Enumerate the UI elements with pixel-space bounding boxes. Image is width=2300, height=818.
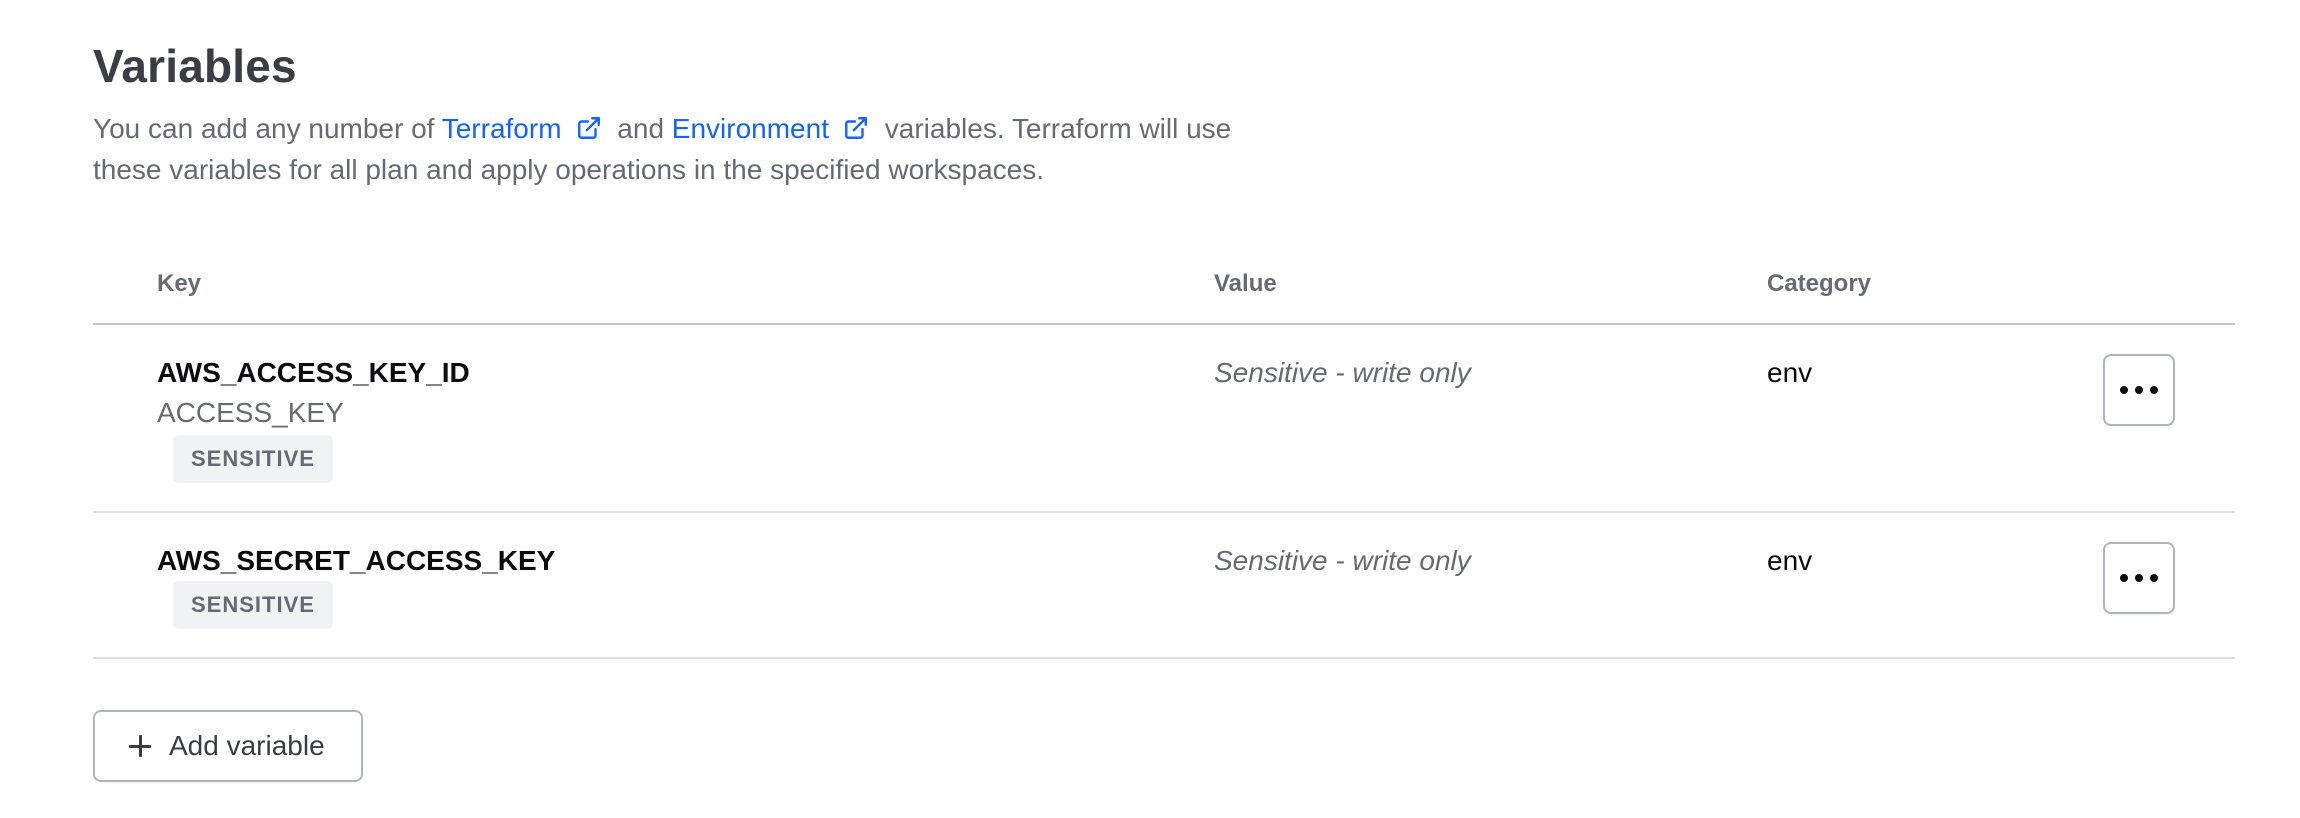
add-variable-button[interactable]: Add variable xyxy=(93,710,363,782)
row-actions-button[interactable] xyxy=(2103,354,2175,426)
header-key: Key xyxy=(157,270,202,297)
variable-value: Sensitive - write only xyxy=(1214,545,1471,576)
row-actions-button[interactable] xyxy=(2103,542,2175,614)
variables-table: Key Value Category AWS_ACCESS_KEY_ID ACC… xyxy=(93,250,2235,659)
table-header: Key Value Category xyxy=(93,250,2235,325)
add-variable-label: Add variable xyxy=(169,730,325,761)
table-row: AWS_ACCESS_KEY_ID ACCESS_KEY SENSITIVE S… xyxy=(93,325,2235,513)
intro-text: You can add any number of Terraform and … xyxy=(93,108,1233,190)
environment-variables-link[interactable]: Environment xyxy=(672,113,829,144)
intro-text-before: You can add any number of xyxy=(93,113,442,144)
external-link-icon[interactable] xyxy=(843,115,869,141)
variable-category: env xyxy=(1767,357,1813,388)
external-link-icon[interactable] xyxy=(576,115,602,141)
page-title: Variables xyxy=(93,40,297,92)
plus-icon xyxy=(129,735,151,757)
sensitive-badge: SENSITIVE xyxy=(173,581,333,629)
header-category: Category xyxy=(1767,270,1872,297)
table-row: AWS_SECRET_ACCESS_KEY SENSITIVE Sensitiv… xyxy=(93,513,2235,659)
variable-value: Sensitive - write only xyxy=(1214,357,1471,388)
variable-key: AWS_ACCESS_KEY_ID xyxy=(157,357,470,388)
terraform-variables-link[interactable]: Terraform xyxy=(442,113,562,144)
variable-key: AWS_SECRET_ACCESS_KEY xyxy=(157,545,556,576)
variable-category: env xyxy=(1767,545,1813,576)
sensitive-badge: SENSITIVE xyxy=(173,435,333,483)
intro-text-and: and xyxy=(609,113,672,144)
header-value: Value xyxy=(1214,270,1277,297)
variable-description: ACCESS_KEY xyxy=(157,397,344,428)
ellipsis-icon xyxy=(2120,386,2158,394)
ellipsis-icon xyxy=(2120,574,2158,582)
